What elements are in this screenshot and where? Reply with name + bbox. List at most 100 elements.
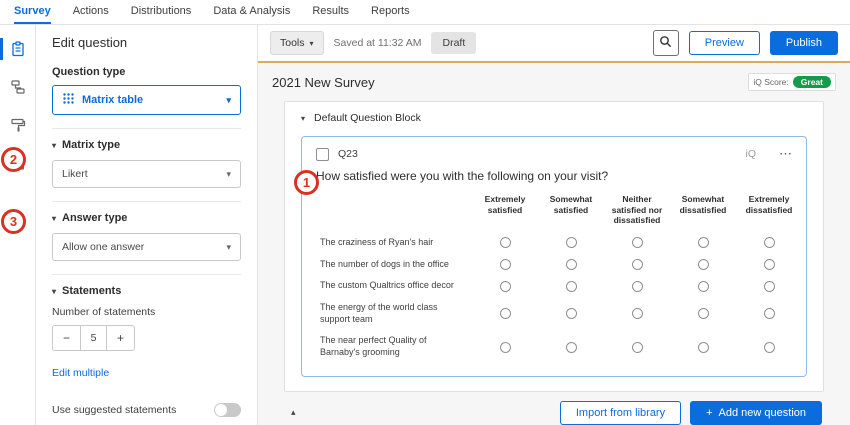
radio-button[interactable] xyxy=(698,259,709,270)
matrix-type-section[interactable]: ▾ Matrix type xyxy=(52,139,241,151)
matrix-type-value: Likert xyxy=(62,168,88,180)
matrix-cell xyxy=(472,275,538,297)
import-from-library-button[interactable]: Import from library xyxy=(560,401,681,425)
panel-title: Edit question xyxy=(52,35,241,50)
look-and-feel-icon[interactable] xyxy=(0,109,36,141)
answer-type-value: Allow one answer xyxy=(62,241,144,253)
publish-button[interactable]: Publish xyxy=(770,31,838,55)
radio-button[interactable] xyxy=(764,237,775,248)
top-nav: Survey Actions Distributions Data & Anal… xyxy=(0,0,850,25)
radio-button[interactable] xyxy=(698,342,709,353)
survey-title: 2021 New Survey xyxy=(272,75,375,90)
question-block: ▾ Default Question Block Q23 iQ ⋯ How sa… xyxy=(284,101,824,392)
radio-button[interactable] xyxy=(632,237,643,248)
edit-multiple-link[interactable]: Edit multiple xyxy=(52,367,109,379)
matrix-cell xyxy=(670,297,736,330)
radio-button[interactable] xyxy=(500,259,511,270)
statements-section[interactable]: ▾ Statements xyxy=(52,285,241,297)
tab-survey[interactable]: Survey xyxy=(14,0,51,24)
question-menu-icon[interactable]: ⋯ xyxy=(779,146,792,162)
block-header[interactable]: ▾ Default Question Block xyxy=(285,102,823,134)
radio-button[interactable] xyxy=(500,237,511,248)
matrix-cell xyxy=(736,254,802,276)
iq-label[interactable]: iQ xyxy=(746,148,757,160)
matrix-cell xyxy=(604,297,670,330)
radio-button[interactable] xyxy=(632,342,643,353)
radio-button[interactable] xyxy=(632,308,643,319)
radio-button[interactable] xyxy=(566,342,577,353)
statements-stepper: − 5 + xyxy=(52,325,135,351)
decrement-button[interactable]: − xyxy=(53,326,80,350)
radio-button[interactable] xyxy=(698,237,709,248)
toggle-knob xyxy=(215,404,227,416)
preview-button[interactable]: Preview xyxy=(689,31,760,55)
suggested-statements-label: Use suggested statements xyxy=(52,404,176,416)
radio-button[interactable] xyxy=(566,308,577,319)
matrix-cell xyxy=(670,330,736,363)
tools-button[interactable]: Tools ▾ xyxy=(270,31,324,55)
iq-score-chip[interactable]: iQ Score: Great xyxy=(748,73,836,91)
block-footer: ▴ Import from library + Add new question xyxy=(284,392,824,425)
matrix-column-header: Somewhat dissatisfied xyxy=(670,189,736,232)
radio-button[interactable] xyxy=(500,308,511,319)
chevron-down-icon: ▾ xyxy=(52,287,56,296)
question-card[interactable]: Q23 iQ ⋯ How satisfied were you with the… xyxy=(301,136,807,377)
matrix-cell xyxy=(736,275,802,297)
radio-button[interactable] xyxy=(566,237,577,248)
matrix-cell xyxy=(472,330,538,363)
suggested-statements-toggle[interactable] xyxy=(214,403,241,417)
suggested-statements-row: Use suggested statements xyxy=(52,403,241,417)
matrix-cell xyxy=(472,254,538,276)
answer-type-label: Answer type xyxy=(62,212,127,224)
survey-builder-icon[interactable] xyxy=(0,33,36,65)
collapse-block-icon[interactable]: ▴ xyxy=(286,407,296,418)
tab-distributions[interactable]: Distributions xyxy=(131,0,192,24)
divider xyxy=(52,274,241,275)
radio-button[interactable] xyxy=(632,281,643,292)
question-type-dropdown[interactable]: Matrix table ▾ xyxy=(52,85,241,115)
block-title: Default Question Block xyxy=(314,112,421,124)
edit-question-panel: Edit question Question type Matrix table… xyxy=(36,25,258,425)
annotation-circle-1: 1 xyxy=(294,170,319,195)
chevron-down-icon: ▾ xyxy=(226,169,231,180)
matrix-cell xyxy=(736,297,802,330)
radio-button[interactable] xyxy=(500,342,511,353)
answer-type-section[interactable]: ▾ Answer type xyxy=(52,212,241,224)
survey-title-row: 2021 New Survey iQ Score: Great xyxy=(258,63,850,99)
matrix-cell xyxy=(604,275,670,297)
radio-button[interactable] xyxy=(500,281,511,292)
radio-button[interactable] xyxy=(566,281,577,292)
matrix-type-dropdown[interactable]: Likert ▾ xyxy=(52,160,241,188)
matrix-table: Extremely satisfied Somewhat satisfied N… xyxy=(320,189,792,364)
matrix-cell xyxy=(670,254,736,276)
matrix-column-header: Neither satisfied nor dissatisfied xyxy=(604,189,670,232)
survey-flow-icon[interactable] xyxy=(0,71,36,103)
tab-reports[interactable]: Reports xyxy=(371,0,410,24)
iq-score-badge: Great xyxy=(793,76,831,88)
matrix-cell xyxy=(538,330,604,363)
answer-type-dropdown[interactable]: Allow one answer ▾ xyxy=(52,233,241,261)
search-button[interactable] xyxy=(653,30,679,56)
question-checkbox[interactable] xyxy=(316,148,329,161)
question-text[interactable]: How satisfied were you with the followin… xyxy=(316,169,792,183)
increment-button[interactable]: + xyxy=(107,326,134,350)
matrix-cell xyxy=(604,232,670,254)
tab-data-analysis[interactable]: Data & Analysis xyxy=(213,0,290,24)
radio-button[interactable] xyxy=(764,342,775,353)
matrix-table-icon xyxy=(62,92,75,108)
radio-button[interactable] xyxy=(764,281,775,292)
matrix-column-header: Extremely satisfied xyxy=(472,189,538,232)
radio-button[interactable] xyxy=(566,259,577,270)
radio-button[interactable] xyxy=(632,259,643,270)
radio-button[interactable] xyxy=(764,259,775,270)
add-new-question-button[interactable]: + Add new question xyxy=(690,401,822,425)
radio-button[interactable] xyxy=(764,308,775,319)
add-new-question-label: Add new question xyxy=(719,407,806,419)
matrix-row-label: The energy of the world class support te… xyxy=(320,297,472,330)
tab-actions[interactable]: Actions xyxy=(73,0,109,24)
radio-button[interactable] xyxy=(698,308,709,319)
divider xyxy=(52,128,241,129)
radio-button[interactable] xyxy=(698,281,709,292)
matrix-row-label: The near perfect Quality of Barnaby's gr… xyxy=(320,330,472,363)
tab-results[interactable]: Results xyxy=(312,0,349,24)
